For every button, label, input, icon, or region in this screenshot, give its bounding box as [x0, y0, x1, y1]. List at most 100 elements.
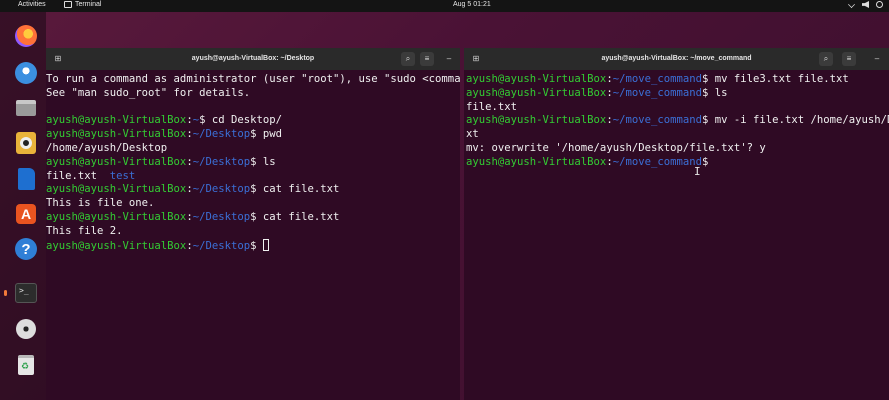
ls-directory: test: [109, 169, 136, 182]
window-title: ayush@ayush-VirtualBox: ~/Desktop: [191, 55, 315, 62]
search-icon[interactable]: ⌕: [401, 52, 415, 66]
terminal-line: This is file one.: [46, 197, 460, 211]
output-text: This is file one.: [46, 197, 155, 210]
terminal-line: file.txt test: [46, 170, 460, 184]
terminal-line: This file 2.: [46, 225, 460, 239]
prompt-user: ayush@ayush-VirtualBox: [466, 86, 607, 99]
terminal-line: file.txt: [466, 101, 889, 115]
prompt-path: ~/move_command: [612, 73, 703, 85]
terminal-line: See "man sudo_root" for details.: [46, 87, 460, 101]
output-text: This file 2.: [46, 224, 123, 237]
dock-item-app-center[interactable]: A: [13, 201, 39, 227]
terminal-line: ayush@ayush-VirtualBox:~/Desktop$ pwd: [46, 128, 460, 142]
command-text: cat file.txt: [256, 210, 340, 223]
rhythmbox-icon: [16, 132, 36, 154]
output-text: See "man sudo_root" for details.: [46, 86, 251, 99]
terminal-window-move-command[interactable]: ⊞ ayush@ayush-VirtualBox: ~/move_command…: [464, 48, 889, 400]
network-icon: [848, 1, 855, 8]
dock-item-firefox[interactable]: [13, 23, 39, 49]
title-bar[interactable]: ⊞ ayush@ayush-VirtualBox: ~/move_command…: [464, 48, 889, 70]
prompt-path: ~/Desktop: [192, 183, 251, 196]
prompt-user: ayush@ayush-VirtualBox: [466, 155, 607, 168]
dock: A ? >_: [0, 12, 46, 400]
terminal-icon: >_: [15, 283, 37, 303]
terminal-line: ayush@ayush-VirtualBox:~/Desktop$ ls: [46, 156, 460, 170]
text-cursor-icon: I: [694, 165, 701, 178]
minimize-button[interactable]: –: [870, 52, 884, 66]
firefox-icon: [15, 25, 37, 47]
output-text: /home/ayush/Desktop: [46, 141, 168, 154]
terminal-app-icon: [64, 1, 72, 8]
terminal-line: mv: overwrite '/home/ayush/Desktop/file.…: [466, 142, 889, 156]
prompt-path: ~/move_command: [612, 86, 703, 99]
terminal-line: ayush@ayush-VirtualBox:~/move_command$ m…: [466, 114, 889, 128]
minimize-button[interactable]: –: [442, 52, 456, 66]
prompt-user: ayush@ayush-VirtualBox: [466, 73, 607, 85]
clock[interactable]: Aug 5 01:21: [453, 1, 491, 8]
app-menu-label: Terminal: [75, 1, 102, 8]
command-text: cat file.txt: [256, 183, 340, 196]
terminal-output[interactable]: ayush@ayush-VirtualBox:~/move_command$ m…: [464, 70, 889, 170]
activities-button[interactable]: Activities: [18, 1, 46, 8]
app-menu[interactable]: Terminal: [64, 1, 101, 8]
command-text: cd Desktop/: [205, 114, 283, 127]
terminal-line: /home/ayush/Desktop: [46, 142, 460, 156]
help-icon: ?: [15, 238, 37, 260]
prompt-user: ayush@ayush-VirtualBox: [46, 114, 187, 127]
terminal-line: ayush@ayush-VirtualBox:~/move_command$: [466, 156, 889, 170]
search-icon[interactable]: ⌕: [819, 52, 833, 66]
thunderbird-icon: [15, 62, 37, 84]
prompt-path: ~/Desktop: [192, 210, 251, 223]
terminal-cursor: [262, 238, 269, 251]
terminal-line: ayush@ayush-VirtualBox:~/Desktop$ cat fi…: [46, 211, 460, 225]
prompt-path: ~/Desktop: [192, 155, 251, 168]
hamburger-icon[interactable]: ≡: [842, 52, 856, 66]
dock-item-files[interactable]: [13, 95, 39, 121]
trash-icon: [18, 355, 34, 375]
prompt-path: ~/move_command: [612, 114, 703, 127]
prompt-user: ayush@ayush-VirtualBox: [46, 183, 187, 196]
terminal-line: xt: [466, 128, 889, 142]
terminal-output[interactable]: To run a command as administrator (user …: [46, 70, 460, 252]
command-text: mv -i file.txt /home/ayush/Desktop/fi: [714, 114, 889, 127]
terminal-line: ayush@ayush-VirtualBox:~$ cd Desktop/: [46, 114, 460, 128]
dock-item-rhythmbox[interactable]: [13, 130, 39, 156]
dock-item-thunderbird[interactable]: [13, 60, 39, 86]
top-bar: Activities Terminal Aug 5 01:21: [0, 0, 889, 12]
hamburger-icon[interactable]: ≡: [420, 52, 434, 66]
dock-item-writer[interactable]: [13, 166, 39, 192]
dock-item-terminal[interactable]: >_: [4, 280, 39, 306]
prompt-path: ~/Desktop: [192, 239, 251, 252]
dock-item-help[interactable]: ?: [13, 236, 39, 262]
prompt-user: ayush@ayush-VirtualBox: [466, 114, 607, 127]
terminal-line: ayush@ayush-VirtualBox:~/Desktop$ cat fi…: [46, 183, 460, 197]
dock-item-disc[interactable]: [13, 316, 39, 342]
power-icon: [876, 1, 883, 8]
prompt-user: ayush@ayush-VirtualBox: [46, 128, 187, 141]
ls-file: file.txt: [46, 169, 98, 182]
prompt-path: ~/Desktop: [192, 128, 251, 141]
terminal-line: ayush@ayush-VirtualBox:~/Desktop$: [46, 238, 460, 253]
terminal-line: ayush@ayush-VirtualBox:~/move_command$ l…: [466, 87, 889, 101]
output-text: xt: [466, 128, 479, 141]
output-text: To run a command as administrator (user …: [46, 73, 460, 85]
terminal-line: ayush@ayush-VirtualBox:~/move_command$ m…: [466, 73, 889, 87]
command-text: mv file3.txt file.txt: [708, 73, 849, 85]
prompt-path: ~/move_command: [612, 155, 703, 168]
files-icon: [16, 100, 36, 116]
volume-icon: [862, 1, 869, 8]
app-center-icon: A: [16, 204, 36, 224]
title-bar[interactable]: ⊞ ayush@ayush-VirtualBox: ~/Desktop ⌕ ≡ …: [46, 48, 460, 70]
output-text: mv: overwrite '/home/ayush/Desktop/file.…: [466, 141, 766, 154]
command-text: ls: [708, 86, 728, 99]
prompt-user: ayush@ayush-VirtualBox: [46, 210, 187, 223]
command-text: pwd: [256, 128, 283, 141]
terminal-line: To run a command as administrator (user …: [46, 73, 460, 87]
command-text: ls: [256, 155, 276, 168]
system-tray[interactable]: [848, 1, 883, 8]
disc-icon: [16, 319, 36, 339]
writer-icon: [17, 168, 35, 190]
dock-item-trash[interactable]: [13, 352, 39, 378]
terminal-window-desktop[interactable]: ⊞ ayush@ayush-VirtualBox: ~/Desktop ⌕ ≡ …: [46, 48, 460, 400]
